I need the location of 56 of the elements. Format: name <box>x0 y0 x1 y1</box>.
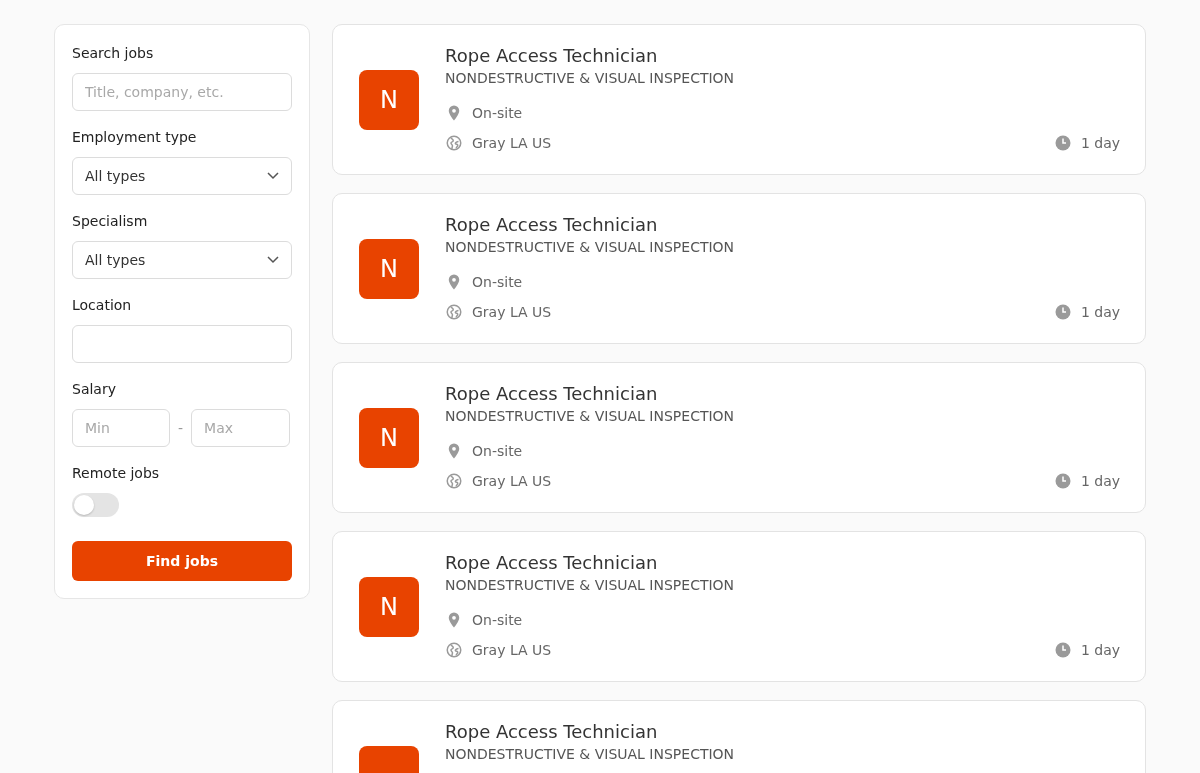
clock-icon <box>1053 641 1072 659</box>
job-card[interactable]: N Rope Access Technician NONDESTRUCTIVE & VISUAL INSPECTION On-site Gray LA US 1 day <box>332 24 1146 175</box>
job-title: Rope Access Technician <box>445 383 659 404</box>
globe-icon <box>445 134 463 152</box>
workplace-type: On-site <box>472 612 523 628</box>
remote-toggle[interactable] <box>72 493 119 517</box>
job-title: Rope Access Technician <box>445 214 659 235</box>
company-name: NONDESTRUCTIVE & VISUAL INSPECTION <box>445 408 736 424</box>
company-name: NONDESTRUCTIVE & VISUAL INSPECTION <box>445 239 736 255</box>
field-label: Employment type <box>72 129 198 145</box>
company-logo: N <box>359 408 419 468</box>
company-name: NONDESTRUCTIVE & VISUAL INSPECTION <box>445 746 736 762</box>
field-label: Remote jobs <box>72 465 161 481</box>
workplace-type: On-site <box>472 105 523 121</box>
search-field[interactable]: Title, company, etc. <box>72 73 292 111</box>
company-logo: N <box>359 70 419 130</box>
posted-time: 1 day <box>1080 473 1120 489</box>
find-jobs-button[interactable]: Find jobs <box>72 541 292 581</box>
company-logo: N <box>359 577 419 637</box>
field-label: Search jobs <box>72 45 155 61</box>
job-title: Rope Access Technician <box>445 45 659 66</box>
field-label: Location <box>72 297 133 313</box>
clock-icon <box>1053 134 1072 152</box>
chevron-down-icon <box>267 256 279 264</box>
clock-icon <box>1053 303 1072 321</box>
job-card[interactable]: N Rope Access Technician NONDESTRUCTIVE & VISUAL INSPECTION On-site Gray LA US 1 day <box>332 193 1146 344</box>
job-location: Gray LA US <box>472 304 552 320</box>
globe-icon <box>445 303 463 321</box>
job-card[interactable]: N Rope Access Technician NONDESTRUCTIVE & VISUAL INSPECTION On-site Gray LA US 1 day <box>332 362 1146 513</box>
job-card[interactable]: Rope Access Technician NONDESTRUCTIVE & VISUAL INSPECTION <box>332 700 1146 773</box>
field-label: Salary <box>72 381 117 397</box>
company-name: NONDESTRUCTIVE & VISUAL INSPECTION <box>445 577 736 593</box>
chevron-down-icon <box>267 172 279 180</box>
employment-type-dropdown[interactable]: All types <box>72 157 292 195</box>
job-card[interactable]: N Rope Access Technician NONDESTRUCTIVE & VISUAL INSPECTION On-site Gray LA US 1 day <box>332 531 1146 682</box>
globe-icon <box>445 472 463 490</box>
posted-time: 1 day <box>1080 135 1120 151</box>
posted-time: 1 day <box>1080 642 1120 658</box>
min-salary-field[interactable]: Min <box>72 409 170 447</box>
globe-icon <box>445 641 463 659</box>
posted-time: 1 day <box>1080 304 1120 320</box>
job-title: Rope Access Technician <box>445 552 659 573</box>
clock-icon <box>1053 472 1072 490</box>
job-location: Gray LA US <box>472 642 552 658</box>
location-field[interactable] <box>72 325 292 363</box>
company-name: NONDESTRUCTIVE & VISUAL INSPECTION <box>445 70 736 86</box>
job-location: Gray LA US <box>472 473 552 489</box>
company-logo: N <box>359 239 419 299</box>
workplace-type: On-site <box>472 274 523 290</box>
job-location: Gray LA US <box>472 135 552 151</box>
workplace-type: On-site <box>472 443 523 459</box>
max-salary-field[interactable]: Max <box>191 409 291 447</box>
range-separator: - <box>178 420 184 436</box>
field-label: Specialism <box>72 213 149 229</box>
job-title: Rope Access Technician <box>445 721 659 742</box>
specialism-dropdown[interactable]: All types <box>72 241 292 279</box>
